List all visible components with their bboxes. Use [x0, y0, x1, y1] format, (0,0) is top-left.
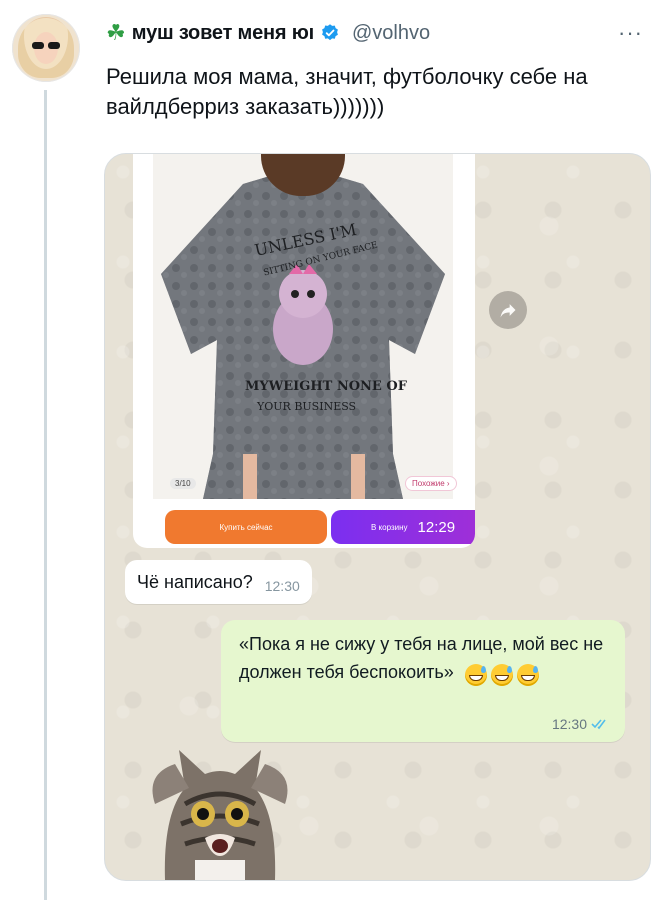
product-photo: UNLESS I'M SITTING ON YOUR FACE MYWEIGHT…: [153, 154, 453, 499]
print-text-bottom: MYWEIGHT NONE OF: [245, 379, 408, 394]
image-counter: 3/10: [170, 478, 196, 489]
outgoing-message[interactable]: «Пока я не сижу у тебя на лице, мой вес …: [221, 620, 625, 742]
sweat-smile-emoji-icon: [516, 663, 539, 686]
sweat-smile-emoji-icon: [464, 663, 487, 686]
shocked-cat-sticker[interactable]: [145, 744, 295, 880]
incoming-message-time: 12:30: [264, 578, 300, 594]
verified-badge-icon: [322, 24, 338, 41]
chat-screenshot: UNLESS I'M SITTING ON YOUR FACE MYWEIGHT…: [104, 153, 651, 881]
tweet-text: Решила моя мама, значит, футболочку себе…: [106, 64, 588, 119]
author-avatar[interactable]: [12, 14, 80, 82]
thread-line: [44, 90, 47, 900]
outgoing-message-text: «Пока я не сижу у тебя на лице, мой вес …: [239, 634, 604, 682]
tshirt-image: UNLESS I'M SITTING ON YOUR FACE MYWEIGHT…: [153, 154, 453, 499]
add-to-cart-button[interactable]: В корзину 12:29: [331, 510, 475, 544]
incoming-message-text: Чё написано?: [137, 571, 253, 592]
sweat-smile-emojis: [464, 659, 543, 687]
sweat-smile-emoji-icon: [490, 663, 513, 686]
author-name[interactable]: муш зовет меня юı: [132, 22, 314, 45]
outgoing-message-time: 12:30: [551, 716, 587, 732]
tweet-header: ☘ муш зовет меня юı @volhvo: [106, 18, 430, 48]
incoming-message[interactable]: Чё написано? 12:30: [125, 560, 312, 604]
double-check-icon: [591, 719, 606, 730]
message-time: 12:29: [417, 518, 456, 536]
outgoing-message-meta: 12:30: [552, 716, 609, 732]
author-handle[interactable]: @volhvo: [352, 22, 430, 45]
avatar-sunglasses: [32, 42, 60, 49]
buy-now-button[interactable]: Купить сейчас: [165, 510, 327, 544]
print-text-bottom2: YOUR BUSINESS: [256, 400, 356, 413]
similar-button[interactable]: Похожие ›: [405, 476, 457, 491]
outgoing-message-text-wrap: «Пока я не сижу у тебя на лице, мой вес …: [239, 630, 619, 687]
cart-label: В корзину: [371, 522, 408, 532]
clover-emoji: ☘: [106, 20, 126, 45]
product-image-message[interactable]: UNLESS I'M SITTING ON YOUR FACE MYWEIGHT…: [133, 154, 475, 548]
forward-icon[interactable]: [489, 291, 527, 329]
more-options-icon[interactable]: ···: [618, 20, 643, 46]
